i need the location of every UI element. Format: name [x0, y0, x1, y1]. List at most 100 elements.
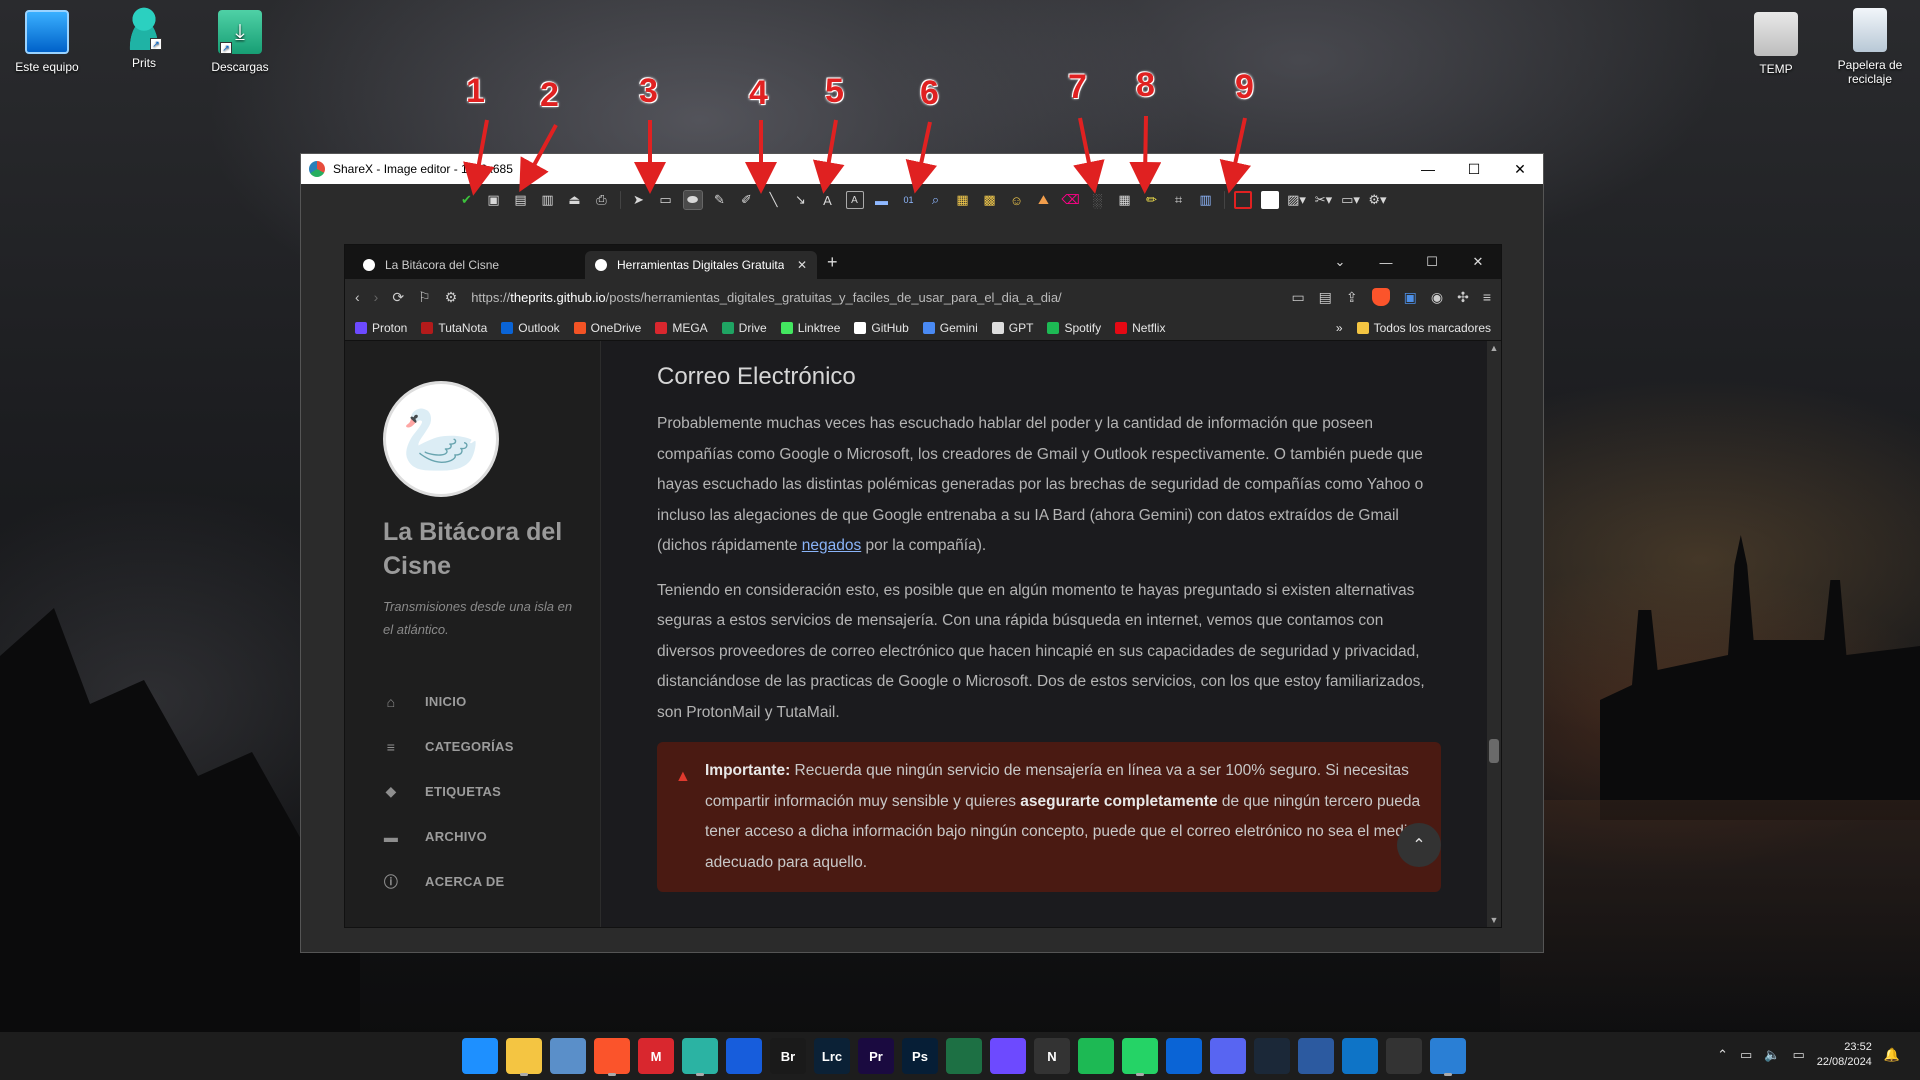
minimize-button[interactable]: —: [1405, 154, 1451, 184]
more-bookmarks-icon[interactable]: »: [1336, 321, 1343, 335]
settings-icon[interactable]: ⚙▾: [1368, 191, 1386, 209]
browser-close-button[interactable]: ✕: [1455, 254, 1501, 270]
desktop-icon-papelera[interactable]: Papelera de reciclaje: [1825, 8, 1915, 86]
desktop-icon-temp[interactable]: TEMP: [1731, 12, 1821, 76]
site-title[interactable]: La Bitácora del Cisne: [383, 515, 583, 583]
nav-item-inicio[interactable]: ⌂ INICIO: [383, 679, 600, 724]
eraser-icon[interactable]: ⌫: [1061, 191, 1079, 209]
bookmark-tutanota[interactable]: TutaNota: [421, 321, 487, 335]
save-icon[interactable]: ▣: [485, 191, 503, 209]
upload-icon[interactable]: ⏏: [566, 191, 584, 209]
windows-start-icon[interactable]: [462, 1038, 498, 1074]
sharex-icon[interactable]: [1430, 1038, 1466, 1076]
premiere-icon[interactable]: Pr: [858, 1038, 894, 1074]
crop-icon[interactable]: ⌗: [1170, 191, 1188, 209]
outlook-icon[interactable]: [1166, 1038, 1202, 1074]
battery-icon[interactable]: ▭: [1792, 1047, 1804, 1063]
line-icon[interactable]: ╲: [765, 191, 783, 209]
bookmark-proton[interactable]: Proton: [355, 321, 407, 335]
cursor-sticker-icon[interactable]: ▩: [981, 191, 999, 209]
bridge-icon[interactable]: Br: [770, 1038, 806, 1074]
media-player-icon[interactable]: [1386, 1038, 1422, 1074]
desktop-icon-prits[interactable]: ↗ Prits: [99, 6, 189, 70]
forward-icon[interactable]: ›: [374, 289, 379, 305]
notifications-bell-icon[interactable]: 🔔: [1884, 1047, 1900, 1063]
arrow-icon[interactable]: ↘: [792, 191, 810, 209]
bookmark-github[interactable]: GitHub: [854, 321, 909, 335]
freehand-icon[interactable]: ✎: [711, 191, 729, 209]
share-icon[interactable]: ⇪: [1346, 289, 1358, 306]
text-icon[interactable]: A: [819, 191, 837, 209]
sticker-icon[interactable]: ▦: [954, 191, 972, 209]
close-button[interactable]: ✕: [1497, 154, 1543, 184]
brave-shields-icon[interactable]: [1371, 288, 1390, 306]
bookmark-drive[interactable]: Drive: [721, 321, 767, 335]
scrollbar-thumb[interactable]: [1489, 739, 1499, 763]
all-bookmarks-folder[interactable]: Todos los marcadores: [1356, 321, 1491, 335]
speech-balloon-icon[interactable]: ▬: [873, 191, 891, 209]
copy-icon[interactable]: ▥: [539, 191, 557, 209]
powershell-icon[interactable]: [1298, 1038, 1334, 1074]
rectangle-icon[interactable]: ▭: [657, 191, 675, 209]
proton-icon[interactable]: [990, 1038, 1026, 1074]
border-color-icon[interactable]: [1233, 191, 1252, 209]
cut-out-icon[interactable]: ▥: [1197, 191, 1215, 209]
shape-options-icon[interactable]: ▨▾: [1287, 191, 1306, 209]
reload-icon[interactable]: ⟳: [392, 289, 404, 306]
browser-minimize-button[interactable]: —: [1363, 255, 1409, 270]
desktop-icon-descargas[interactable]: ⤓ ↗ Descargas: [195, 10, 285, 74]
bookmark-outlook[interactable]: Outlook: [501, 321, 560, 335]
tab-close-icon[interactable]: ✕: [797, 258, 807, 272]
brave-icon[interactable]: [594, 1038, 630, 1076]
tab-la-bitacora[interactable]: La Bitácora del Cisne: [353, 251, 585, 279]
clock[interactable]: 23:52 22/08/2024: [1817, 1040, 1872, 1070]
tab-herramientas[interactable]: Herramientas Digitales Gratuita ✕: [585, 251, 817, 279]
bookmark-onedrive[interactable]: OneDrive: [573, 321, 641, 335]
steam-icon[interactable]: [1254, 1038, 1290, 1074]
vscode-icon[interactable]: [1342, 1038, 1378, 1074]
emoji-icon[interactable]: ☺: [1008, 191, 1026, 209]
lightroom-classic-icon[interactable]: Lrc: [814, 1038, 850, 1074]
notion-icon[interactable]: N: [1034, 1038, 1070, 1074]
site-settings-icon[interactable]: ⚙: [445, 289, 458, 306]
print-icon[interactable]: ⎙: [593, 191, 611, 209]
page-scrollbar[interactable]: ▲ ▼: [1487, 341, 1501, 927]
cast-icon[interactable]: ▭: [1291, 289, 1304, 306]
display-icon[interactable]: ▭: [1740, 1047, 1752, 1063]
spotify-icon[interactable]: [1078, 1038, 1114, 1074]
new-tab-icon[interactable]: +: [827, 252, 838, 273]
fill-color-icon[interactable]: [1260, 191, 1279, 209]
check-icon[interactable]: ✔: [458, 191, 476, 209]
maximize-button[interactable]: ☐: [1451, 154, 1497, 184]
url-field[interactable]: https://theprits.github.io/posts/herrami…: [471, 290, 1277, 305]
reader-icon[interactable]: ▤: [1319, 289, 1332, 306]
user-icon[interactable]: [682, 1038, 718, 1076]
bookmark-gpt[interactable]: GPT: [991, 321, 1033, 335]
bitwarden-icon[interactable]: [726, 1038, 762, 1074]
photoshop-icon[interactable]: Ps: [902, 1038, 938, 1074]
magnify-icon[interactable]: ⌕: [927, 191, 945, 209]
camera-icon[interactable]: ◉: [1431, 289, 1443, 306]
bookmark-icon[interactable]: ⚐: [418, 289, 431, 306]
swan-logo-avatar[interactable]: 🦢: [383, 381, 499, 497]
bookmark-linktree[interactable]: Linktree: [780, 321, 840, 335]
extensions-icon[interactable]: ✣: [1457, 289, 1469, 306]
tools-icon[interactable]: ✂▾: [1315, 191, 1333, 209]
negados-link[interactable]: negados: [802, 537, 861, 554]
nav-item-archivo[interactable]: ▬ ARCHIVO: [383, 814, 600, 859]
discord-icon[interactable]: [1210, 1038, 1246, 1074]
title-bar[interactable]: ShareX - Image editor - 1126x685 — ☐ ✕: [301, 154, 1543, 184]
scroll-down-arrow-icon[interactable]: ▼: [1487, 915, 1501, 925]
browser-maximize-button[interactable]: ☐: [1409, 254, 1455, 270]
file-explorer-icon[interactable]: [506, 1038, 542, 1076]
cursor-icon[interactable]: ➤: [630, 191, 648, 209]
blur-icon[interactable]: ░: [1089, 191, 1107, 209]
bookmark-netflix[interactable]: Netflix: [1115, 321, 1165, 335]
volume-icon[interactable]: 🔈: [1764, 1047, 1780, 1063]
menu-icon[interactable]: ≡: [1483, 289, 1491, 305]
highlight-icon[interactable]: ✏: [1143, 191, 1161, 209]
back-icon[interactable]: ‹: [355, 289, 360, 305]
nav-item-etiquetas[interactable]: ◆ ETIQUETAS: [383, 769, 600, 814]
mega-icon[interactable]: M: [638, 1038, 674, 1074]
nav-item-categorias[interactable]: ≡ CATEGORÍAS: [383, 724, 600, 769]
